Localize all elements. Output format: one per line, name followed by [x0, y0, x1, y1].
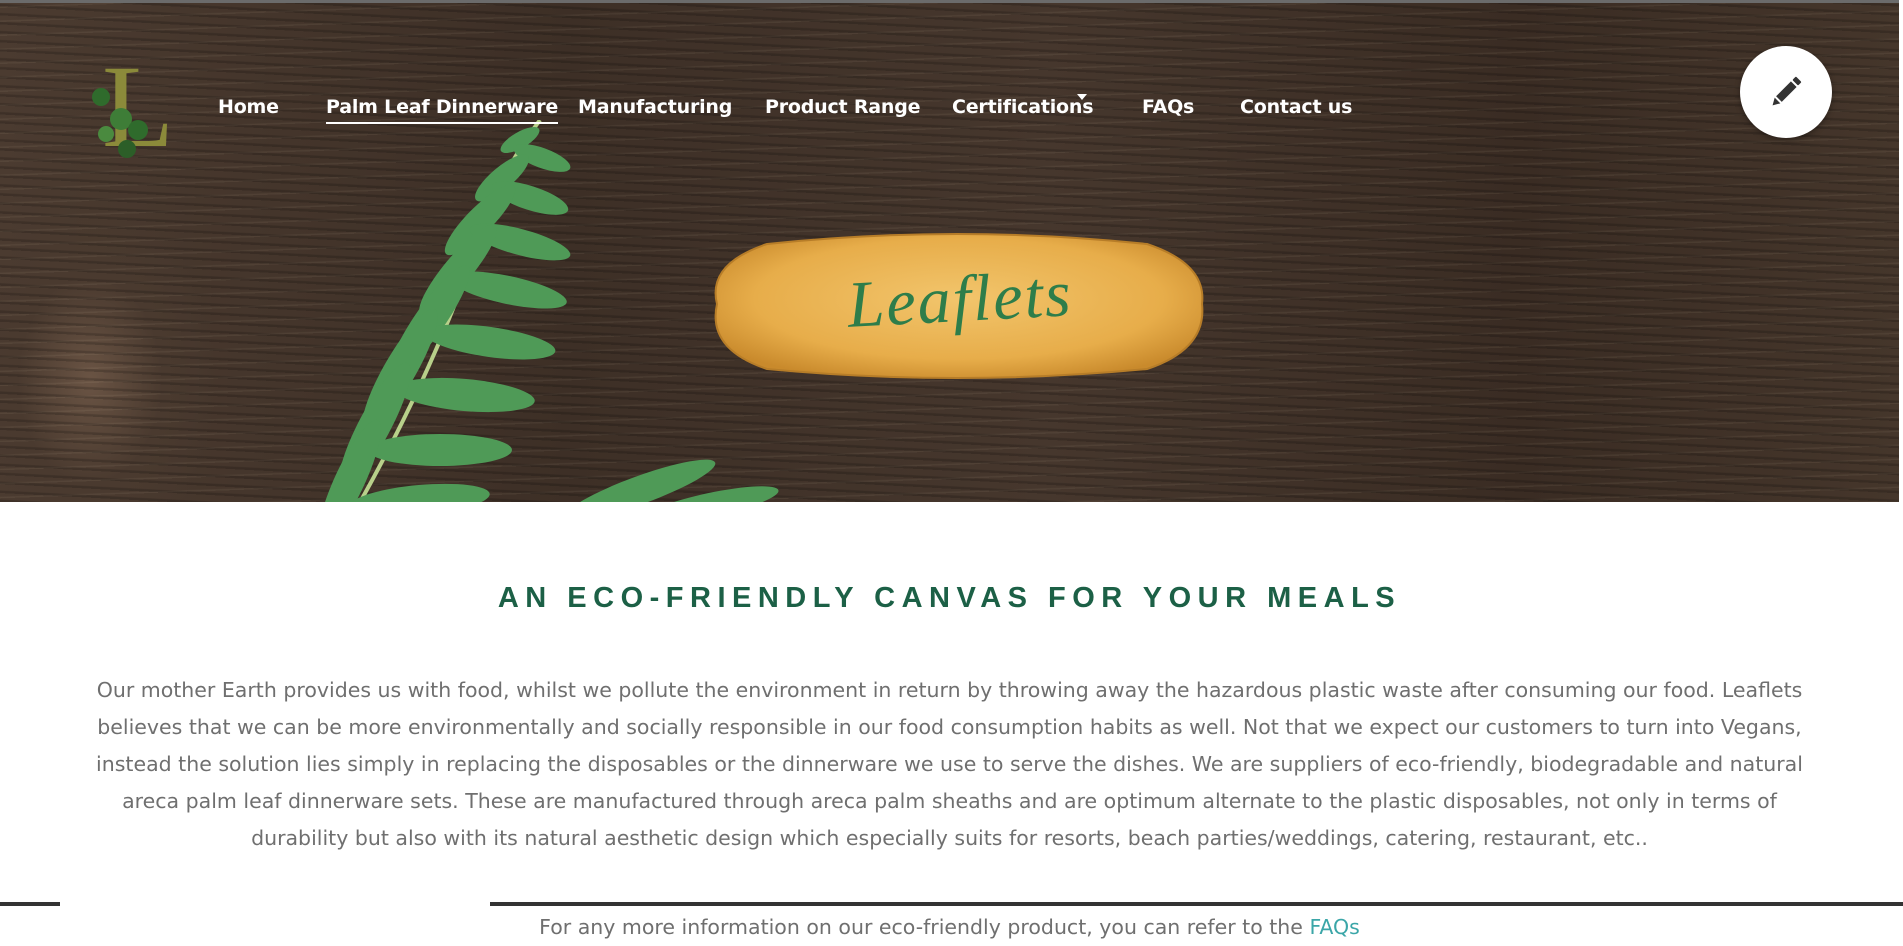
- plate-brand-text: Leaflets: [845, 257, 1075, 342]
- chevron-down-icon[interactable]: [1077, 94, 1087, 100]
- edit-button[interactable]: [1740, 46, 1832, 138]
- page-edge: [1899, 0, 1903, 502]
- logo-leaf-icon: [98, 126, 114, 142]
- pencil-icon: [1772, 76, 1802, 106]
- scrollbar-track: [0, 902, 60, 906]
- logo-leaf-icon: [128, 120, 148, 140]
- faqs-link[interactable]: FAQs: [1309, 915, 1359, 939]
- nav-manufacturing[interactable]: Manufacturing: [578, 96, 732, 118]
- top-border: [0, 0, 1899, 3]
- hero-banner: Leaflets L Home Palm Leaf Dinnerware Man…: [0, 0, 1899, 502]
- nav-palm-leaf-dinnerware[interactable]: Palm Leaf Dinnerware: [326, 96, 558, 124]
- more-info-text: For any more information on our eco-frie…: [0, 909, 1899, 946]
- intro-paragraph: Our mother Earth provides us with food, …: [96, 677, 1803, 850]
- nav-certifications[interactable]: Certifications: [952, 96, 1094, 118]
- nav-product-range[interactable]: Product Range: [765, 96, 921, 118]
- logo-leaf-icon: [92, 88, 110, 106]
- logo-leaf-icon: [118, 140, 136, 158]
- nav-faqs[interactable]: FAQs: [1142, 96, 1194, 118]
- logo-letter: L: [102, 41, 175, 172]
- site-logo[interactable]: L: [70, 48, 180, 168]
- nav-contact-us[interactable]: Contact us: [1240, 96, 1352, 118]
- more-info-prefix: For any more information on our eco-frie…: [539, 914, 1303, 939]
- scrollbar-track: [490, 902, 1903, 906]
- nav-home[interactable]: Home: [218, 96, 279, 118]
- page-title: AN ECO-FRIENDLY CANVAS FOR YOUR MEALS: [497, 582, 1402, 615]
